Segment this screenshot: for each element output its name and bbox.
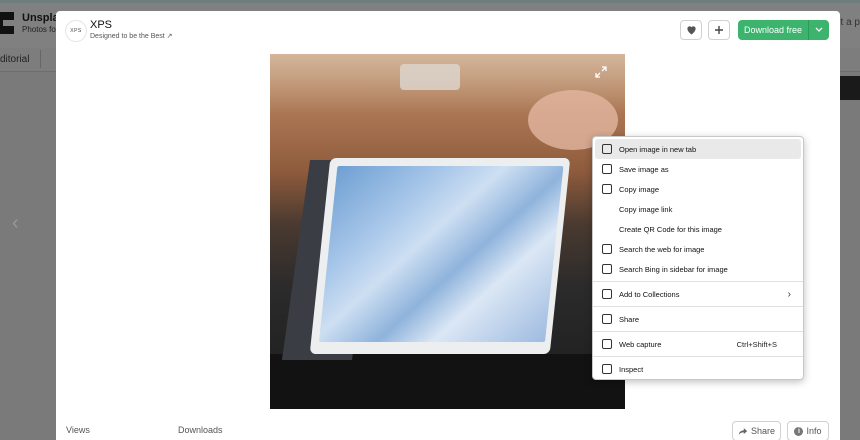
add-to-collection-button[interactable] [708, 20, 730, 40]
share-icon [602, 314, 612, 324]
menu-separator [593, 306, 803, 307]
download-button[interactable]: Download free [738, 20, 829, 40]
menu-item-label: Inspect [619, 364, 644, 374]
background-right-text: it a p [838, 17, 860, 28]
like-button[interactable] [680, 20, 702, 40]
menu-item-label: Add to Collections [619, 289, 680, 299]
tab-divider [40, 50, 41, 68]
download-label: Download free [743, 25, 803, 35]
menu-item-copy-image-link[interactable]: Copy image link [593, 199, 803, 219]
menu-item-label: Save image as [619, 164, 669, 174]
menu-item-search-web-for-image[interactable]: Search the web for image [593, 239, 803, 259]
chevron-right-icon: › [787, 288, 791, 300]
menu-item-search-bing-sidebar[interactable]: Search Bing in sidebar for image [593, 259, 803, 279]
context-menu: Open image in new tab Save image as Copy… [592, 136, 804, 380]
info-button[interactable]: i Info [787, 421, 829, 440]
downloads-label: Downloads [178, 425, 223, 435]
plus-icon [715, 26, 723, 34]
shortcut-label: Ctrl+Shift+S [736, 339, 777, 349]
views-label: Views [66, 425, 90, 435]
author-name[interactable]: XPS [90, 19, 112, 31]
photo-laptop-display [318, 166, 564, 342]
background-subtitle: Photos fo [22, 25, 56, 34]
menu-item-label: Search Bing in sidebar for image [619, 264, 728, 274]
copy-image-icon [602, 184, 612, 194]
menu-item-share[interactable]: Share [593, 309, 803, 329]
unsplash-logo [0, 12, 14, 34]
menu-item-label: Web capture [619, 339, 662, 349]
image-search-icon [602, 244, 612, 254]
menu-item-add-to-collections[interactable]: Add to Collections › [593, 284, 803, 304]
menu-item-create-qr-code[interactable]: Create QR Code for this image [593, 219, 803, 239]
save-image-icon [602, 164, 612, 174]
heart-icon [686, 26, 696, 35]
web-capture-icon [602, 339, 612, 349]
collections-icon [602, 289, 612, 299]
share-icon [738, 427, 748, 435]
menu-item-label: Search the web for image [619, 244, 705, 254]
avatar[interactable]: XPS [65, 20, 87, 42]
inspect-icon [602, 364, 612, 374]
menu-item-label: Copy image link [619, 204, 673, 214]
menu-item-save-image-as[interactable]: Save image as [593, 159, 803, 179]
share-label: Share [750, 426, 776, 436]
info-icon: i [794, 426, 804, 436]
background-dark-block [838, 76, 860, 100]
info-label: Info [806, 426, 822, 436]
tab-editorial[interactable]: ditorial [0, 54, 29, 65]
menu-item-copy-image[interactable]: Copy image [593, 179, 803, 199]
menu-item-label: Open image in new tab [619, 144, 697, 154]
previous-arrow-icon[interactable]: ‹ [12, 212, 19, 235]
menu-item-label: Share [619, 314, 640, 324]
bing-sidebar-icon [602, 264, 612, 274]
expand-icon[interactable] [595, 66, 607, 81]
photo-table [270, 354, 625, 409]
author-bio-link[interactable]: Designed to be the Best ↗ [90, 32, 173, 40]
main-photo[interactable] [270, 54, 625, 409]
menu-item-label: Create QR Code for this image [619, 224, 722, 234]
menu-item-web-capture[interactable]: Web capture Ctrl+Shift+S [593, 334, 803, 354]
menu-separator [593, 281, 803, 282]
share-button[interactable]: Share [732, 421, 781, 440]
menu-item-open-image-new-tab[interactable]: Open image in new tab [595, 139, 801, 159]
menu-separator [593, 331, 803, 332]
menu-separator [593, 356, 803, 357]
menu-item-label: Copy image [619, 184, 660, 194]
new-tab-icon [602, 144, 612, 154]
menu-item-inspect[interactable]: Inspect [593, 359, 803, 379]
photo-laptop-screen [309, 158, 571, 354]
photo-background-light [400, 64, 460, 90]
chevron-down-icon[interactable] [809, 25, 829, 35]
